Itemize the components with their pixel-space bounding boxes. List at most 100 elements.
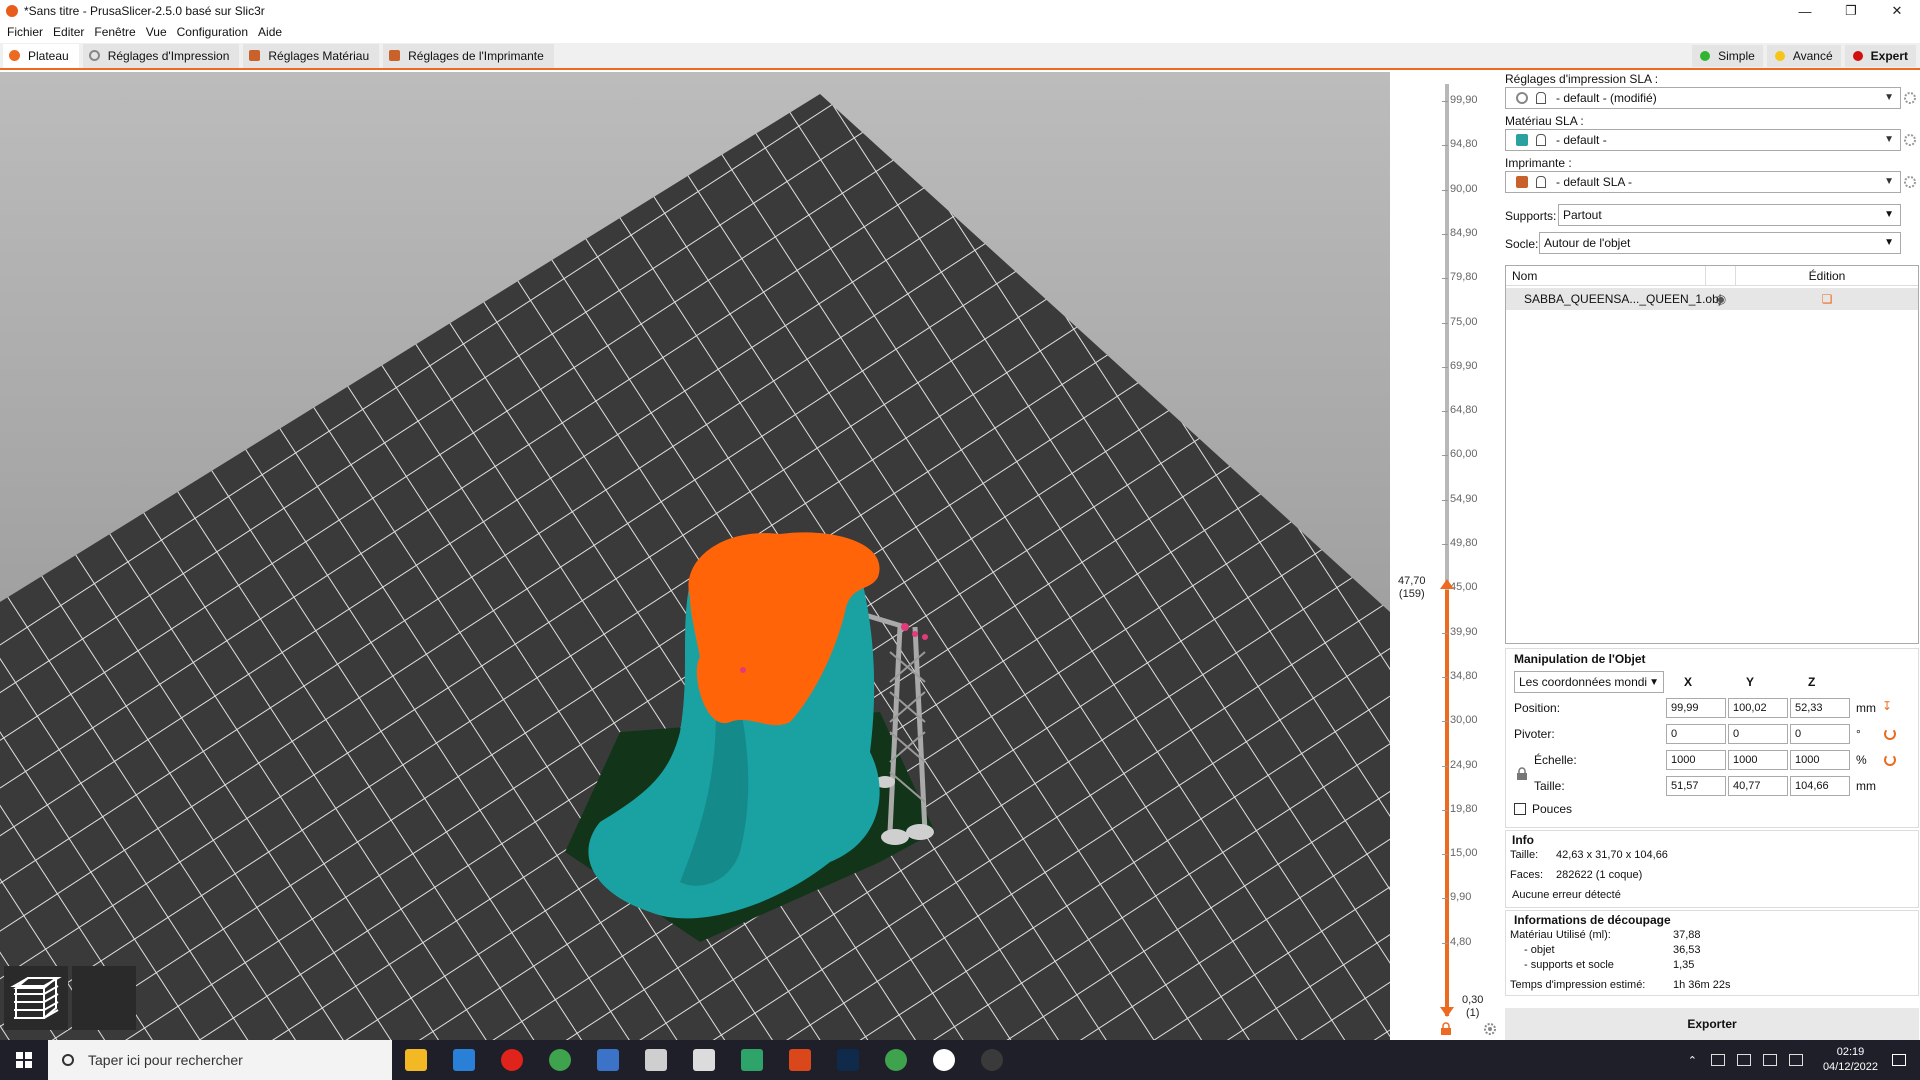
taskbar-app[interactable] bbox=[968, 1040, 1016, 1080]
lock-icon[interactable] bbox=[1440, 1022, 1452, 1036]
taskbar-app[interactable] bbox=[536, 1040, 584, 1080]
menu-fenetre[interactable]: Fenêtre bbox=[90, 25, 139, 39]
axis-z-header: Z bbox=[1808, 675, 1816, 689]
position-z-field[interactable]: 52,33 bbox=[1790, 698, 1850, 718]
network-icon[interactable] bbox=[1762, 1054, 1777, 1066]
preview-toggle[interactable] bbox=[10, 966, 136, 1030]
lock-icon[interactable] bbox=[1516, 767, 1528, 781]
taskbar-app[interactable] bbox=[440, 1040, 488, 1080]
inches-checkbox[interactable] bbox=[1514, 803, 1526, 815]
taskbar-app[interactable] bbox=[680, 1040, 728, 1080]
chrome-icon bbox=[549, 1049, 571, 1071]
volume-icon[interactable] bbox=[1788, 1054, 1803, 1066]
slider-tick-label: 99,90 bbox=[1442, 94, 1478, 106]
size-unit: mm bbox=[1856, 779, 1876, 793]
supports-combo[interactable]: Partout ▼ bbox=[1558, 204, 1901, 226]
rotation-x-field[interactable]: 0 bbox=[1666, 724, 1726, 744]
column-name[interactable]: Nom bbox=[1506, 265, 1706, 286]
slicing-title: Informations de découpage bbox=[1514, 913, 1671, 927]
taskbar-app[interactable] bbox=[584, 1040, 632, 1080]
material-used-value: 37,88 bbox=[1673, 929, 1701, 941]
reset-rotation-icon[interactable] bbox=[1884, 728, 1896, 740]
mode-simple[interactable]: Simple bbox=[1692, 45, 1763, 67]
drop-to-bed-icon[interactable]: ↧ bbox=[1882, 699, 1892, 713]
reset-scale-icon[interactable] bbox=[1884, 754, 1896, 766]
printer-label: Imprimante : bbox=[1505, 156, 1572, 170]
lower-thumb[interactable] bbox=[1440, 1007, 1454, 1017]
position-x-field[interactable]: 99,99 bbox=[1666, 698, 1726, 718]
printer-icon bbox=[389, 50, 401, 61]
print-settings-label: Réglages d'impression SLA : bbox=[1505, 72, 1659, 86]
tab-printer-settings[interactable]: Réglages de l'Imprimante bbox=[383, 43, 554, 68]
notifications-icon[interactable] bbox=[1892, 1054, 1906, 1066]
clock-date: 04/12/2022 bbox=[1822, 1061, 1878, 1073]
taskbar-app[interactable] bbox=[632, 1040, 680, 1080]
3d-viewport[interactable] bbox=[0, 72, 1390, 1040]
onedrive-icon[interactable] bbox=[1710, 1054, 1725, 1066]
clock[interactable]: 02:19 04/12/2022 bbox=[1823, 1045, 1878, 1075]
start-button[interactable] bbox=[0, 1040, 48, 1080]
tab-plateau[interactable]: Plateau bbox=[3, 43, 79, 68]
taskbar-app[interactable] bbox=[920, 1040, 968, 1080]
taskbar-app[interactable] bbox=[728, 1040, 776, 1080]
layer-slider[interactable]: 99,90 94,80 90,00 84,90 79,80 75,00 69,90 64,80… bbox=[1390, 72, 1505, 1040]
material-combo[interactable]: - default - ▼ bbox=[1505, 129, 1901, 151]
tab-print-settings[interactable]: Réglages d'Impression bbox=[82, 43, 240, 68]
menu-configuration[interactable]: Configuration bbox=[173, 25, 252, 39]
mode-expert[interactable]: Expert bbox=[1844, 45, 1916, 67]
taskbar-app[interactable] bbox=[488, 1040, 536, 1080]
upper-thumb[interactable] bbox=[1440, 579, 1454, 589]
edit-icon[interactable]: ❏ bbox=[1736, 292, 1918, 306]
scale-z-field[interactable]: 1000 bbox=[1790, 750, 1850, 770]
list-item[interactable]: SABBA_QUEENSA..._QUEEN_1.obj ◉ ❏ bbox=[1506, 288, 1918, 310]
battery-icon[interactable] bbox=[1736, 1054, 1751, 1066]
tab-label: Réglages Matériau bbox=[268, 48, 370, 63]
mode-label: Simple bbox=[1718, 49, 1755, 63]
taskbar-app[interactable] bbox=[392, 1040, 440, 1080]
taskbar-app[interactable] bbox=[776, 1040, 824, 1080]
combo-value: - default - bbox=[1556, 133, 1607, 147]
mode-advanced[interactable]: Avancé bbox=[1766, 45, 1841, 67]
window-title: *Sans titre - PrusaSlicer-2.5.0 basé sur… bbox=[24, 4, 265, 18]
menu-editer[interactable]: Editer bbox=[49, 25, 88, 39]
coordinate-system-select[interactable]: Les coordonnées mondi ▼ bbox=[1514, 671, 1664, 693]
slicing-info-section: Informations de découpage Matériau Utili… bbox=[1505, 910, 1919, 996]
size-z-field[interactable]: 104,66 bbox=[1790, 776, 1850, 796]
pad-combo[interactable]: Autour de l'objet ▼ bbox=[1539, 232, 1901, 254]
object-list[interactable]: Nom Édition SABBA_QUEENSA..._QUEEN_1.obj… bbox=[1505, 265, 1919, 644]
minimize-icon[interactable]: — bbox=[1782, 0, 1828, 22]
tab-material-settings[interactable]: Réglages Matériau bbox=[243, 43, 380, 68]
info-faces-value: 282622 (1 coque) bbox=[1556, 869, 1643, 881]
size-y-field[interactable]: 40,77 bbox=[1728, 776, 1788, 796]
chevron-down-icon: ▼ bbox=[1884, 237, 1894, 248]
menu-fichier[interactable]: Fichier bbox=[3, 25, 47, 39]
menu-aide[interactable]: Aide bbox=[254, 25, 286, 39]
position-y-field[interactable]: 100,02 bbox=[1728, 698, 1788, 718]
mode-expert-dot-icon bbox=[1852, 51, 1863, 61]
settings-cog-icon[interactable] bbox=[1903, 133, 1917, 147]
tab-label: Réglages de l'Imprimante bbox=[408, 48, 544, 63]
print-settings-combo[interactable]: - default - (modifié) ▼ bbox=[1505, 87, 1901, 109]
export-button[interactable]: Exporter bbox=[1505, 1008, 1919, 1040]
size-x-field[interactable]: 51,57 bbox=[1666, 776, 1726, 796]
column-edit[interactable]: Édition bbox=[1736, 269, 1918, 283]
object-list-header: Nom Édition bbox=[1506, 265, 1918, 286]
scale-y-field[interactable]: 1000 bbox=[1728, 750, 1788, 770]
rotation-z-field[interactable]: 0 bbox=[1790, 724, 1850, 744]
rotation-y-field[interactable]: 0 bbox=[1728, 724, 1788, 744]
scale-x-field[interactable]: 1000 bbox=[1666, 750, 1726, 770]
settings-cog-icon[interactable] bbox=[1903, 175, 1917, 189]
maximize-icon[interactable]: ❐ bbox=[1828, 0, 1874, 22]
chevron-up-icon[interactable]: ⌃ bbox=[1688, 1054, 1697, 1067]
taskbar-app[interactable] bbox=[824, 1040, 872, 1080]
eye-icon[interactable]: ◉ bbox=[1706, 292, 1736, 306]
settings-cog-icon[interactable] bbox=[1903, 91, 1917, 105]
gear-icon[interactable] bbox=[1483, 1022, 1497, 1036]
lock-icon bbox=[1536, 134, 1546, 146]
close-icon[interactable]: ✕ bbox=[1874, 0, 1920, 22]
taskbar-app[interactable] bbox=[872, 1040, 920, 1080]
taskbar-search[interactable]: Taper ici pour rechercher bbox=[48, 1040, 392, 1080]
menu-vue[interactable]: Vue bbox=[142, 25, 171, 39]
printer-combo[interactable]: - default SLA - ▼ bbox=[1505, 171, 1901, 193]
prusaslicer-icon bbox=[933, 1049, 955, 1071]
